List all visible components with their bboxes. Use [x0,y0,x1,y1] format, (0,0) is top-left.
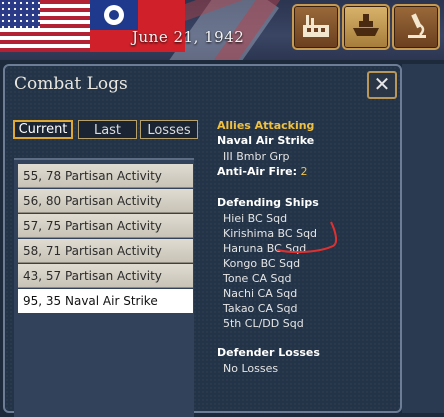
tab-last[interactable]: Last [78,120,137,139]
list-item[interactable]: 55, 78 Partisan Activity [18,164,193,188]
losses-value: No Losses [223,362,279,375]
ship-item: 5th CL/DD Sqd [223,317,304,330]
microscope-icon [408,13,426,38]
ship-item: Nachi CA Sqd [223,287,298,300]
red-annotation-mark [276,221,338,254]
attacker-header: Allies Attacking [217,119,315,132]
close-icon: ✕ [373,72,391,96]
research-button[interactable] [392,4,440,50]
factory-icon [303,15,329,37]
list-item[interactable]: 58, 71 Partisan Activity [18,239,193,263]
combat-logs-dialog: Combat Logs ✕ Current Last Losses 55, 78… [3,64,402,417]
top-banner: June 21, 1942 [0,0,444,60]
event-type: Naval Air Strike [217,134,315,147]
anti-air-line: Anti-Air Fire: 2 [217,165,308,178]
list-item[interactable]: 43, 57 Partisan Activity [18,264,193,288]
defending-header: Defending Ships [217,196,319,209]
map-background [402,64,444,413]
naval-button[interactable] [342,4,390,50]
losses-header: Defender Losses [217,346,320,359]
list-item-selected[interactable]: 95, 35 Naval Air Strike [18,289,193,313]
close-button[interactable]: ✕ [367,71,397,99]
ship-item: Takao CA Sqd [223,302,298,315]
attacker-unit: III Bmbr Grp [223,150,290,163]
ship-item: Tone CA Sqd [223,272,292,285]
list-item[interactable]: 56, 80 Partisan Activity [18,189,193,213]
game-date: June 21, 1942 [132,28,245,46]
tab-current[interactable]: Current [13,120,73,139]
tab-losses[interactable]: Losses [140,120,198,139]
dialog-title: Combat Logs [14,74,128,94]
ship-item: Kongo BC Sqd [223,257,301,270]
ship-icon [353,14,379,36]
anti-air-label: Anti-Air Fire: [217,165,298,178]
us-flag-icon [0,0,90,52]
combat-log-list: 55, 78 Partisan Activity 56, 80 Partisan… [14,158,194,417]
production-button[interactable] [292,4,340,50]
anti-air-value: 2 [300,165,308,178]
list-item[interactable]: 57, 75 Partisan Activity [18,214,193,238]
